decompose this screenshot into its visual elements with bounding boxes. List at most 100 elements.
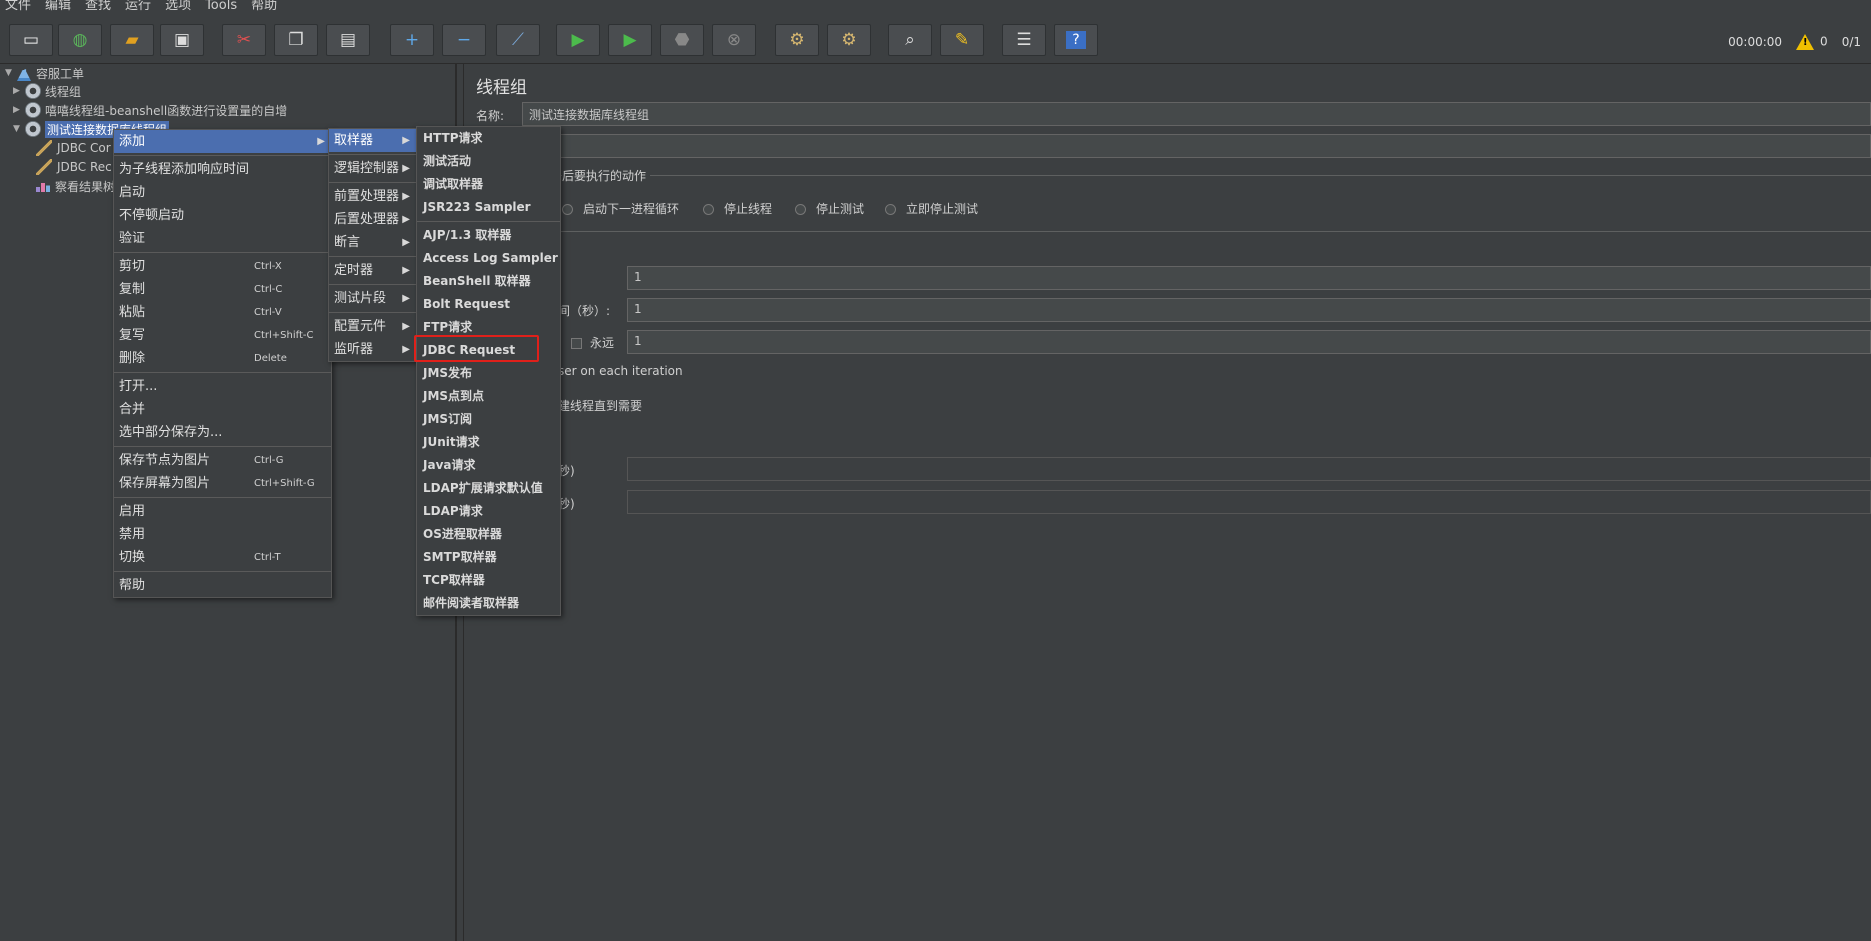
reset-search-button[interactable]: ✎ (940, 24, 984, 56)
context-menu-item[interactable]: 禁用 (114, 523, 331, 546)
startup-delay-field[interactable] (627, 490, 1871, 514)
sampler-submenu-item[interactable]: AJP/1.3 取样器 (417, 224, 560, 247)
menubar-item[interactable]: Tools (200, 0, 246, 14)
new-button[interactable]: ▭ (9, 24, 53, 56)
context-menu-item[interactable]: 删除 Delete (114, 347, 331, 370)
copy-button[interactable]: ❐ (274, 24, 318, 56)
same-user-checkbox-label[interactable]: ser on each iteration (558, 364, 683, 378)
sampler-submenu-item[interactable]: 测试活动 (417, 150, 560, 173)
context-menu-item[interactable]: 为子线程添加响应时间 (114, 158, 331, 181)
tree-item-jdbc-request[interactable]: JDBC Rec (36, 158, 112, 176)
context-menu-item[interactable]: 打开... (114, 375, 331, 398)
sampler-submenu-item[interactable]: LDAP扩展请求默认值 (417, 477, 560, 500)
add-submenu-item[interactable]: 逻辑控制器 ▶ (329, 157, 416, 180)
add-submenu-item[interactable]: 断言 ▶ (329, 231, 416, 254)
menubar-item[interactable]: 选项 (160, 0, 200, 14)
name-field[interactable]: 测试连接数据库线程组 (522, 102, 1871, 126)
menubar-item[interactable]: 编辑 (40, 0, 80, 14)
loop-count-field[interactable]: 1 (627, 330, 1871, 354)
sampler-submenu-item[interactable]: 调试取样器 (417, 173, 560, 196)
context-menu-item[interactable]: 选中部分保存为... (114, 421, 331, 444)
templates-button[interactable]: ◍ (58, 24, 102, 56)
radio-stop-test[interactable]: 停止测试 (795, 200, 864, 217)
context-menu-item[interactable]: 帮助 (114, 574, 331, 597)
sampler-submenu-item[interactable]: 邮件阅读者取样器 (417, 592, 560, 615)
tree-item-thread-group[interactable]: ▶ 线程组 (13, 82, 81, 100)
add-submenu-item[interactable]: 取样器 ▶ (329, 129, 416, 152)
paste-button[interactable]: ▤ (326, 24, 370, 56)
context-menu-item[interactable]: 复制 Ctrl-C (114, 278, 331, 301)
delay-thread-creation-label[interactable]: 建线程直到需要 (558, 397, 642, 414)
save-button[interactable]: ▣ (160, 24, 204, 56)
context-menu-item[interactable]: 复写 Ctrl+Shift-C (114, 324, 331, 347)
expand-button[interactable]: + (390, 24, 434, 56)
sampler-submenu-item[interactable]: JMS订阅 (417, 408, 560, 431)
comments-field[interactable] (522, 134, 1871, 158)
toggle-button[interactable]: ⟋ (496, 24, 540, 56)
sampler-submenu-item[interactable]: Access Log Sampler (417, 247, 560, 270)
help-button[interactable]: ? (1054, 24, 1098, 56)
add-submenu-item[interactable]: 定时器 ▶ (329, 259, 416, 282)
context-menu-item[interactable]: 不停顿启动 (114, 204, 331, 227)
search-button[interactable]: ⌕ (888, 24, 932, 56)
tree-root[interactable]: ▼ 容服工单 (5, 64, 84, 82)
sampler-submenu-item[interactable]: JMS点到点 (417, 385, 560, 408)
sampler-submenu-item[interactable]: SMTP取样器 (417, 546, 560, 569)
radio-continue[interactable]: 启动下一进程循环 (562, 200, 679, 217)
sampler-submenu-item[interactable]: OS进程取样器 (417, 523, 560, 546)
cut-button[interactable]: ✂ (222, 24, 266, 56)
sampler-submenu-item[interactable]: LDAP请求 (417, 500, 560, 523)
context-menu-item[interactable]: 合并 (114, 398, 331, 421)
open-button[interactable]: ▰ (110, 24, 154, 56)
forever-checkbox[interactable]: 永远 (571, 334, 614, 351)
sampler-submenu-item[interactable]: JUnit请求 (417, 431, 560, 454)
context-menu-item[interactable]: 添加 ▶ (114, 130, 331, 153)
warning-indicator[interactable]: 0 (1796, 34, 1828, 50)
threads-field[interactable]: 1 (627, 266, 1871, 290)
sampler-submenu-item[interactable]: Java请求 (417, 454, 560, 477)
clear-button[interactable]: ⚙ (775, 24, 819, 56)
add-submenu-item[interactable]: 前置处理器 ▶ (329, 185, 416, 208)
add-submenu-item[interactable]: 测试片段 ▶ (329, 287, 416, 310)
expand-arrow-icon[interactable]: ▶ (13, 105, 25, 115)
sampler-submenu-item[interactable]: TCP取样器 (417, 569, 560, 592)
sampler-submenu-item[interactable]: BeanShell 取样器 (417, 270, 560, 293)
menubar-item[interactable]: 运行 (120, 0, 160, 14)
tree-item-results-tree[interactable]: 察看结果树 (36, 177, 115, 195)
collapse-arrow-icon[interactable]: ▼ (13, 124, 25, 134)
menubar-item[interactable]: 查找 (80, 0, 120, 14)
menu-item-label: JMS发布 (423, 366, 473, 380)
sampler-submenu-item[interactable]: JMS发布 (417, 362, 560, 385)
context-menu-item[interactable]: 切换 Ctrl-T (114, 546, 331, 569)
radio-stop-thread[interactable]: 停止线程 (703, 200, 772, 217)
menubar-item[interactable]: 帮助 (246, 0, 286, 14)
context-menu-item[interactable]: 启用 (114, 500, 331, 523)
radio-stop-test-now[interactable]: 立即停止测试 (885, 200, 978, 217)
expand-arrow-icon[interactable]: ▶ (13, 86, 25, 96)
context-menu-item[interactable]: 验证 (114, 227, 331, 250)
rampup-field[interactable]: 1 (627, 298, 1871, 322)
context-menu-item[interactable]: 剪切 Ctrl-X (114, 255, 331, 278)
tree-item-beanshell-thread-group[interactable]: ▶ 嘻嘻线程组-beanshell函数进行设置量的自增 (13, 101, 287, 119)
shutdown-button[interactable]: ⊗ (712, 24, 756, 56)
start-button[interactable]: ▶ (556, 24, 600, 56)
tree-item-jdbc-config[interactable]: JDBC Cor (36, 139, 111, 157)
sampler-submenu-item[interactable]: JSR223 Sampler (417, 196, 560, 219)
stop-button[interactable]: ⬣ (660, 24, 704, 56)
context-menu-item[interactable]: 启动 (114, 181, 331, 204)
add-submenu-item[interactable]: 后置处理器 ▶ (329, 208, 416, 231)
start-no-pause-button[interactable]: ▶ (608, 24, 652, 56)
clear-all-button[interactable]: ⚙ (827, 24, 871, 56)
collapse-button[interactable]: − (442, 24, 486, 56)
add-submenu-item[interactable]: 配置元件 ▶ (329, 315, 416, 338)
sampler-submenu-item[interactable]: Bolt Request (417, 293, 560, 316)
function-helper-button[interactable]: ☰ (1002, 24, 1046, 56)
context-menu-item[interactable]: 保存屏幕为图片 Ctrl+Shift-G (114, 472, 331, 495)
collapse-arrow-icon[interactable]: ▼ (5, 68, 17, 78)
menubar-item[interactable]: 文件 (0, 0, 40, 14)
duration-field[interactable] (627, 457, 1871, 481)
sampler-submenu-item[interactable]: HTTP请求 (417, 127, 560, 150)
context-menu-item[interactable]: 保存节点为图片 Ctrl-G (114, 449, 331, 472)
context-menu-item[interactable]: 粘贴 Ctrl-V (114, 301, 331, 324)
add-submenu-item[interactable]: 监听器 ▶ (329, 338, 416, 361)
